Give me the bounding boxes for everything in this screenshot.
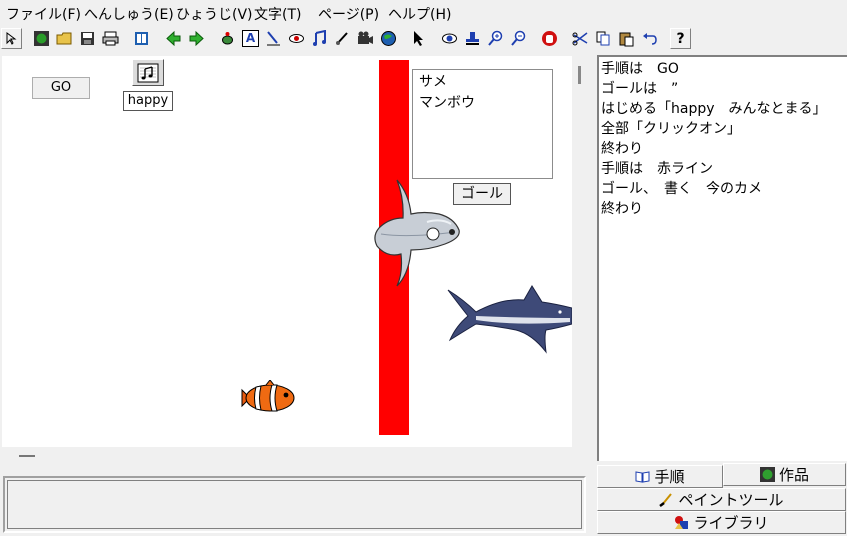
view-eye-icon[interactable] (439, 28, 460, 49)
tab-works-label: 作品 (778, 466, 809, 484)
save-icon[interactable] (77, 28, 98, 49)
menu-file[interactable]: ファイル(F) (6, 4, 81, 24)
clownfish-image[interactable] (240, 380, 298, 416)
script-line[interactable]: 手順は GO (601, 59, 847, 79)
menu-view[interactable]: ひょうじ(V) (176, 4, 253, 24)
music-button[interactable] (132, 59, 164, 86)
works-globe-icon (759, 467, 775, 482)
script-line[interactable]: ゴールは ” (601, 79, 847, 99)
tab-library[interactable]: ライブラリ (597, 511, 846, 534)
music-score-icon (137, 63, 159, 82)
cut-icon[interactable] (570, 28, 591, 49)
zoom-in-icon[interactable] (485, 28, 506, 49)
book-icon[interactable] (131, 28, 152, 49)
arrow-right-icon[interactable] (186, 28, 207, 49)
zoom-out-icon[interactable] (508, 28, 529, 49)
script-line[interactable]: 全部「クリックオン」 (601, 119, 847, 139)
happy-label[interactable]: happy (123, 91, 173, 111)
pen-icon[interactable] (263, 28, 284, 49)
open-folder-icon[interactable] (54, 28, 75, 49)
script-line[interactable]: はじめる「happy みんなとまる」 (601, 99, 847, 119)
menu-help[interactable]: ヘルプ(H) (388, 4, 451, 24)
script-line[interactable]: ゴール、 書く 今のカメ (601, 179, 847, 199)
turtle-icon[interactable] (217, 28, 238, 49)
script-line[interactable]: 手順は 赤ライン (601, 159, 847, 179)
library-shapes-icon (675, 516, 689, 529)
message-box-inner (7, 480, 582, 529)
stop-hand-icon[interactable] (539, 28, 560, 49)
tab-procedure[interactable]: 手順 (597, 465, 723, 488)
vertical-scrollbar[interactable] (578, 66, 581, 84)
new-world-icon[interactable] (31, 28, 52, 49)
undo-icon[interactable] (639, 28, 660, 49)
brush-icon[interactable] (332, 28, 353, 49)
print-icon[interactable] (100, 28, 121, 49)
horizontal-scrollbar[interactable] (19, 455, 35, 457)
arrow-pointer-icon[interactable] (408, 28, 429, 49)
globe-icon[interactable] (378, 28, 399, 49)
script-line[interactable]: 終わり (601, 139, 847, 159)
sunfish-image[interactable] (369, 178, 463, 288)
script-line[interactable]: 終わり (601, 199, 847, 219)
paste-icon[interactable] (616, 28, 637, 49)
menu-bar: ファイル(F) へんしゅう(E) ひょうじ(V) 文字(T) ページ(P) ヘル… (0, 0, 847, 26)
toolbar: A ? (0, 26, 847, 52)
list-item[interactable]: マンボウ (419, 93, 546, 114)
camera-icon[interactable] (355, 28, 376, 49)
tab-procedure-label: 手順 (654, 468, 685, 486)
paint-brush-icon (659, 493, 673, 507)
menu-page[interactable]: ページ(P) (318, 4, 379, 24)
copy-icon[interactable] (593, 28, 614, 49)
book-open-icon (635, 471, 650, 483)
list-item[interactable]: サメ (419, 72, 546, 93)
message-box (3, 476, 586, 533)
menu-edit[interactable]: へんしゅう(E) (84, 4, 174, 24)
pointer-small-icon[interactable] (1, 28, 22, 49)
tab-paint-tool[interactable]: ペイントツール (597, 488, 846, 511)
stage-canvas[interactable]: GO happy サメ マンボウ ゴール (2, 56, 572, 447)
list-box[interactable]: サメ マンボウ (412, 69, 553, 179)
eye-icon[interactable] (286, 28, 307, 49)
tab-paint-tool-label: ペイントツール (678, 491, 784, 509)
arrow-left-icon[interactable] (163, 28, 184, 49)
shark-image[interactable] (446, 282, 572, 354)
text-icon[interactable]: A (240, 28, 261, 49)
tab-library-label: ライブラリ (693, 514, 769, 532)
script-editor[interactable]: 手順は GO ゴールは ” はじめる「happy みんなとまる」 全部「クリック… (597, 55, 847, 461)
help-button[interactable]: ? (670, 28, 691, 49)
music-note-icon[interactable] (309, 28, 330, 49)
go-button[interactable]: GO (32, 77, 90, 99)
menu-text[interactable]: 文字(T) (254, 4, 301, 24)
tab-works[interactable]: 作品 (723, 463, 846, 486)
stamp-icon[interactable] (462, 28, 483, 49)
